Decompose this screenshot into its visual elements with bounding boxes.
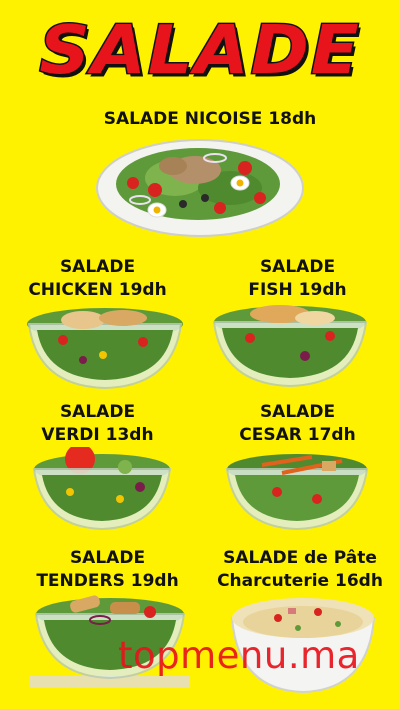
- menu-page: SALADE SALADE NICOISE 18dh SALADE CHICKE…: [0, 0, 400, 709]
- salad-verdi-image: [32, 447, 172, 531]
- salad-cesar-image: [225, 454, 369, 531]
- item-label-pate-charcuterie: SALADE de Pâte Charcuterie 16dh: [217, 548, 383, 591]
- item-label-tenders: SALADE TENDERS 19dh: [36, 548, 179, 591]
- menu-title: SALADE: [38, 10, 361, 91]
- salad-chicken-image: [27, 308, 183, 390]
- item-label-fish: SALADE FISH 19dh: [248, 257, 347, 300]
- watermark-text: topmenu.ma: [118, 634, 360, 677]
- item-label-cesar: SALADE CESAR 17dh: [239, 402, 356, 445]
- salad-nicoise-image: [96, 139, 304, 237]
- item-label-chicken: SALADE CHICKEN 19dh: [28, 257, 167, 300]
- salad-fish-image: [212, 305, 368, 388]
- item-label-verdi: SALADE VERDI 13dh: [41, 402, 154, 445]
